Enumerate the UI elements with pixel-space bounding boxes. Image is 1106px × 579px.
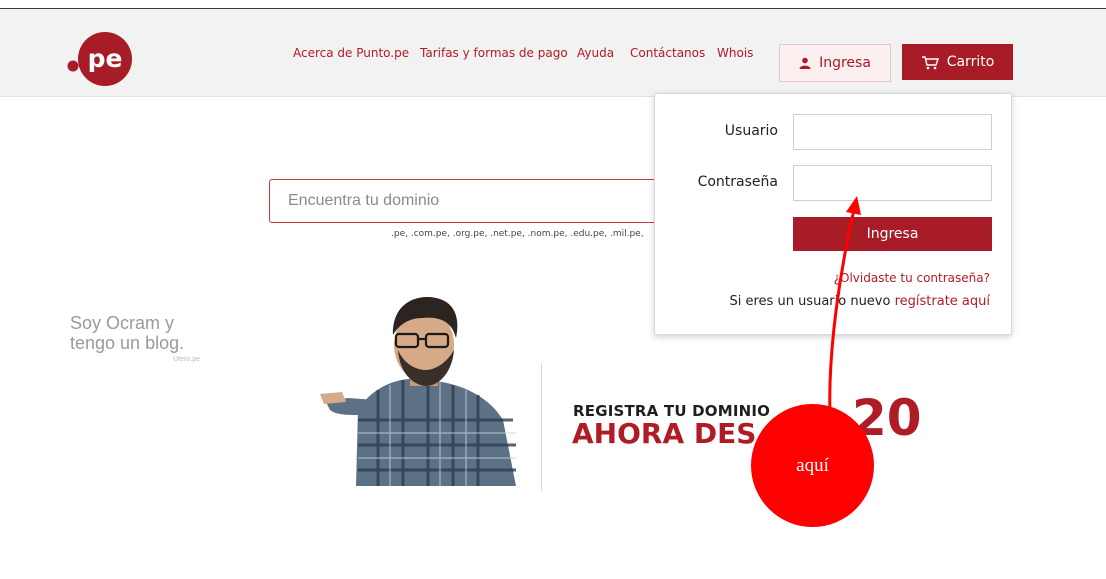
login-toggle-label: Ingresa: [819, 55, 871, 71]
cart-label: Carrito: [946, 54, 995, 70]
logo-text: pe: [88, 44, 123, 73]
side-banner-line2: tengo un blog.: [70, 333, 185, 353]
forgot-password-link[interactable]: ¿Olvidaste tu contraseña?: [834, 271, 990, 285]
password-label: Contraseña: [697, 174, 778, 190]
promo-divider: [541, 363, 542, 491]
domain-search-box: [269, 179, 679, 223]
nav-tarifas[interactable]: Tarifas y formas de pago: [420, 46, 568, 60]
login-popup: Usuario Contraseña Ingresa ¿Olvidaste tu…: [654, 93, 1012, 335]
username-label: Usuario: [724, 123, 778, 139]
username-field[interactable]: [793, 114, 992, 150]
annotation-label: aquí: [796, 454, 829, 476]
register-link[interactable]: regístrate aquí: [895, 294, 990, 309]
tld-hint: .pe, .com.pe, .org.pe, .net.pe, .nom.pe,…: [391, 229, 644, 239]
domain-search-input[interactable]: [270, 180, 678, 222]
side-banner-source: Utero.pe: [173, 356, 200, 363]
nav-whois[interactable]: Whois: [717, 46, 753, 60]
user-icon: [799, 57, 811, 69]
nav-contactanos[interactable]: Contáctanos: [630, 46, 705, 60]
login-toggle-button[interactable]: Ingresa: [779, 44, 891, 82]
nav-ayuda[interactable]: Ayuda: [577, 46, 614, 60]
annotation-circle: aquí: [751, 404, 874, 527]
new-user-text: Si eres un usuario nuevo: [729, 294, 891, 309]
cart-button[interactable]: Carrito: [902, 44, 1013, 80]
side-banner[interactable]: Soy Ocram y tengo un blog. Utero.pe: [70, 313, 200, 363]
password-field[interactable]: [793, 165, 992, 201]
promo-headline-big: AHORA DES: [572, 417, 757, 450]
login-submit-button[interactable]: Ingresa: [793, 217, 992, 251]
nav-acerca[interactable]: Acerca de Punto.pe: [293, 46, 409, 60]
new-user-prompt: Si eres un usuario nuevo regístrate aquí: [730, 294, 991, 309]
cart-icon: [921, 55, 939, 69]
promo-person-image: [320, 297, 516, 486]
punto-pe-logo[interactable]: pe: [66, 31, 138, 87]
site-header: pe Acerca de Punto.pe Tarifas y formas d…: [0, 9, 1106, 97]
side-banner-line1: Soy Ocram y: [70, 313, 175, 333]
